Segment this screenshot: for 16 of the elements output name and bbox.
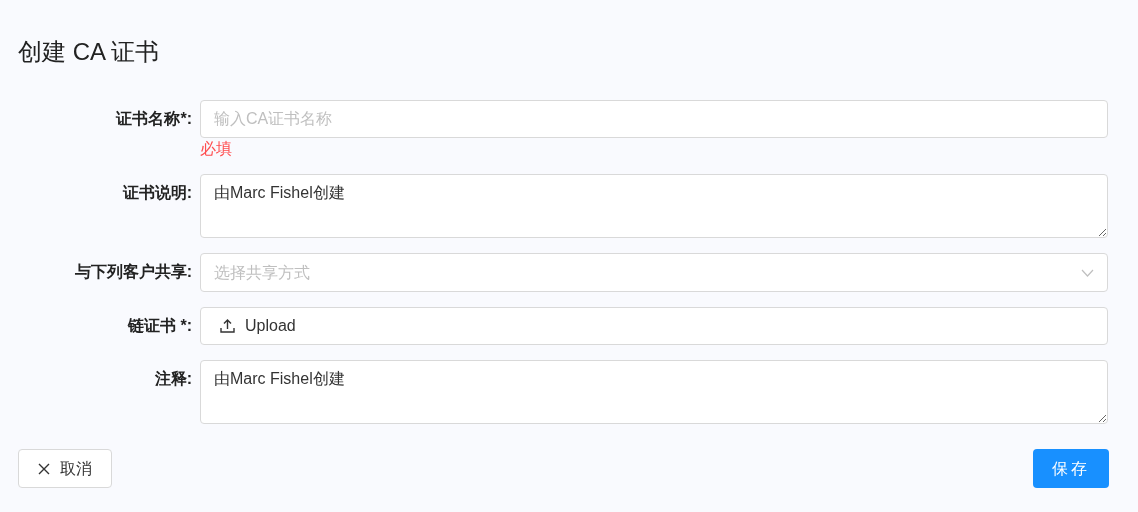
field-label: 证书名称*: <box>116 109 192 129</box>
upload-button[interactable]: Upload <box>200 307 1108 345</box>
text-area[interactable]: 由Marc Fishel创建 <box>200 174 1108 238</box>
field-label: 注释: <box>154 369 192 389</box>
close-icon <box>38 462 50 475</box>
page-title: 创建 CA 证书 <box>18 37 160 67</box>
field-label: 链证书 *: <box>128 316 192 336</box>
cancel-button[interactable]: 取消 <box>18 449 112 488</box>
field-label: 与下列客户共享: <box>74 262 192 282</box>
select-placeholder: 选择共享方式 <box>214 262 310 283</box>
text-area[interactable]: 由Marc Fishel创建 <box>200 360 1108 424</box>
error-message: 必填 <box>200 139 232 159</box>
chevron-down-icon <box>1081 268 1094 277</box>
upload-icon <box>220 319 235 333</box>
field-label: 证书说明: <box>122 183 192 203</box>
input-field[interactable]: 输入CA证书名称 <box>200 100 1108 138</box>
